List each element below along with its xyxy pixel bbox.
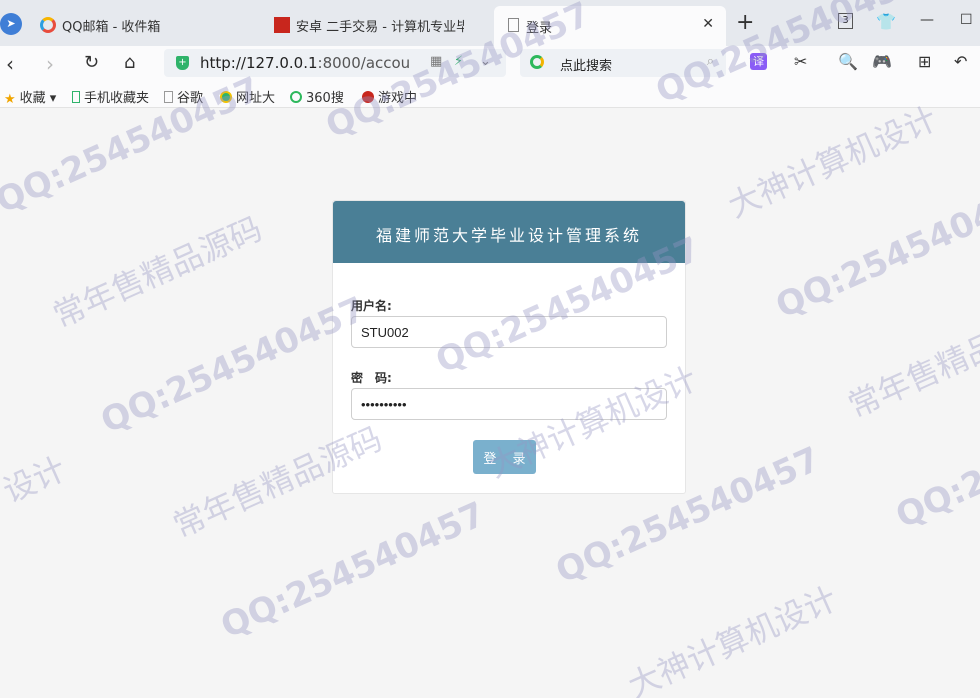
username-input[interactable] [351,316,667,348]
scissors-icon[interactable]: ✂ [794,52,807,71]
back-icon[interactable]: ‹ [6,52,14,76]
qr-icon[interactable]: ▦ [430,54,442,69]
tab-label: 登录 [526,21,553,36]
search360-icon [290,91,302,103]
page-icon [164,91,173,103]
magnifier-icon[interactable]: 🔍 [838,52,858,71]
page-content: 福建师范大学毕业设计管理系统 用户名: 密 码: 登 录 [0,108,980,698]
username-label: 用户名: [351,299,392,313]
search-icon[interactable]: ⌕ [707,54,714,69]
bookmark-favorites[interactable]: ★ 收藏 ▾ [4,87,56,107]
login-header: 福建师范大学毕业设计管理系统 [333,201,685,263]
reload-icon[interactable]: ↻ [84,52,99,73]
url-host: http://127.0.0.1 [200,54,318,72]
maximize-icon[interactable]: ☐ [960,12,973,28]
browser-logo-icon[interactable]: ➤ [0,13,22,35]
page-icon [508,18,519,32]
bookmark-label: 游戏中 [378,91,418,106]
bookmarks-bar: ★ 收藏 ▾ 手机收藏夹 谷歌 网址大 360搜 游戏中 [0,82,980,108]
minimize-icon[interactable]: — [920,12,934,28]
bookmark-games[interactable]: 游戏中 [362,87,417,106]
chevron-down-icon[interactable]: ⌄ [480,54,491,69]
tab-android-trade[interactable]: 安卓 二手交易 - 计算机专业毕 [274,10,464,40]
bookmark-label: 手机收藏夹 [84,91,150,106]
bookmark-mobile[interactable]: 手机收藏夹 [72,87,149,106]
star-icon: ★ [4,92,16,107]
apps-grid-icon[interactable]: ⊞ [918,52,931,71]
password-label: 密 码: [351,371,392,385]
gamepad-icon[interactable]: 🎮 [872,52,892,71]
tab-label: 安卓 二手交易 - 计算机专业毕 [296,20,464,35]
game-icon [362,91,374,103]
bookmark-label: 网址大 [236,91,276,106]
tab-login[interactable]: 登录 ✕ [494,6,726,46]
globe-icon [220,91,232,103]
shield-icon: + [176,56,189,70]
bookmark-urls[interactable]: 网址大 [220,87,275,106]
lightning-icon[interactable]: ⚡ [454,54,463,69]
translate-icon[interactable]: 译 [750,53,767,70]
search360-icon [530,55,544,69]
undo-icon[interactable]: ↶ [954,52,967,71]
bookmark-label: 谷歌 [177,91,204,106]
bookmark-google[interactable]: 谷歌 [164,87,203,106]
close-icon[interactable]: ✕ [702,16,714,32]
new-tab-icon[interactable]: + [736,10,754,35]
login-card: 福建师范大学毕业设计管理系统 用户名: 密 码: 登 录 [332,200,686,494]
address-toolbar: ‹ › ↻ ⌂ + http://127.0.0.1:8000/accounts… [0,46,980,82]
system-title: 福建师范大学毕业设计管理系统 [375,226,642,245]
address-bar[interactable]: + http://127.0.0.1:8000/accounts/lo ▦ ⚡ … [164,49,506,77]
home-icon[interactable]: ⌂ [124,52,135,73]
site-red-icon [274,17,290,33]
tab-qqmail[interactable]: QQ邮箱 - 收件箱 [40,10,270,40]
tab-count-badge[interactable]: 3 [838,13,853,29]
forward-icon[interactable]: › [46,52,54,76]
password-input[interactable] [351,388,667,420]
tab-label: QQ邮箱 - 收件箱 [62,20,161,35]
shirt-icon[interactable]: 👕 [876,12,896,31]
url-path: :8000/accounts/lo [317,54,410,72]
search-placeholder: 点此搜索 [560,59,613,74]
tab-strip: ➤ QQ邮箱 - 收件箱 安卓 二手交易 - 计算机专业毕 登录 ✕ + 3 👕… [0,0,980,46]
bookmark-360[interactable]: 360搜 [290,87,344,106]
bookmark-label: 收藏 [19,91,46,106]
search-box[interactable]: 点此搜索 ⌕ [520,49,726,77]
qqmail-icon [40,17,56,33]
phone-icon [72,91,80,103]
login-button[interactable]: 登 录 [473,440,536,474]
url-text[interactable]: http://127.0.0.1:8000/accounts/lo [200,54,410,72]
bookmark-label: 360搜 [306,91,344,106]
